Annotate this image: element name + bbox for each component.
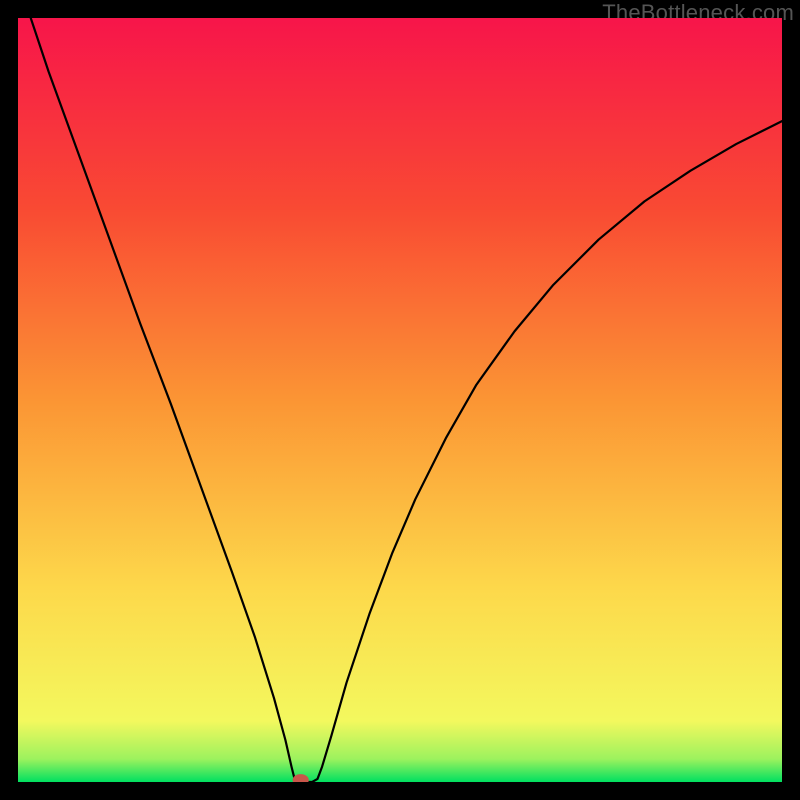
gradient-background xyxy=(18,18,782,782)
chart-svg xyxy=(18,18,782,782)
plot-frame xyxy=(18,18,782,782)
